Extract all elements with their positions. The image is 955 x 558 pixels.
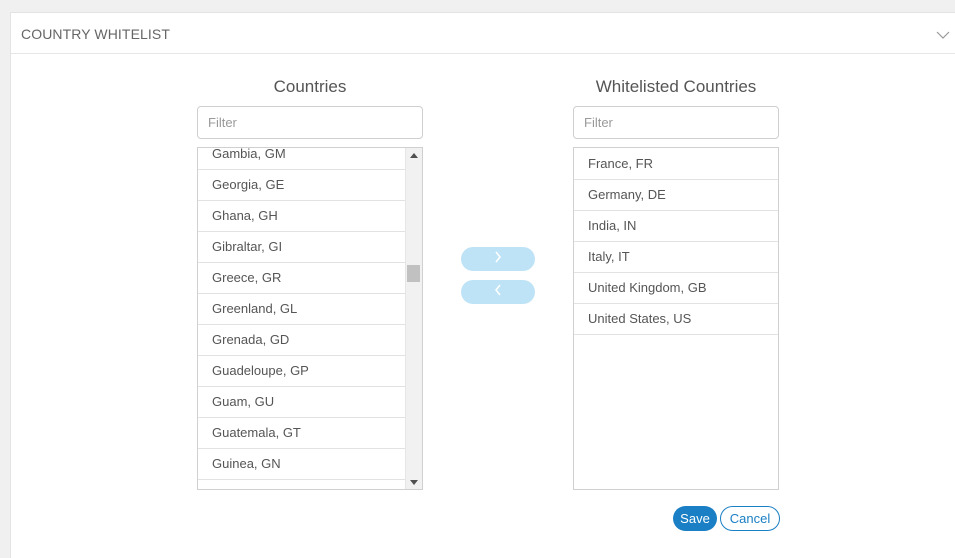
list-item[interactable]: United States, US <box>574 304 778 335</box>
save-button[interactable]: Save <box>673 506 717 531</box>
scroll-thumb[interactable] <box>407 265 420 282</box>
list-item[interactable]: Guinea, GN <box>198 449 406 480</box>
list-item[interactable]: Guam, GU <box>198 387 406 418</box>
list-item[interactable]: France, FR <box>574 149 778 180</box>
list-item[interactable]: Germany, DE <box>574 180 778 211</box>
countries-title: Countries <box>273 77 347 96</box>
list-item[interactable]: Georgia, GE <box>198 170 406 201</box>
scroll-down-arrow-icon[interactable] <box>406 475 422 489</box>
list-item[interactable]: Gambia, GM <box>198 148 406 170</box>
countries-listbox[interactable]: Guinea, GN Guatemala, GT Guam, GU Guadeloup… <box>197 147 423 490</box>
move-left-button[interactable] <box>461 280 535 304</box>
move-right-button[interactable] <box>461 247 535 271</box>
chevron-down-icon[interactable] <box>936 27 950 39</box>
list-item[interactable]: Greece, GR <box>198 263 406 294</box>
chevron-right-icon <box>494 250 502 268</box>
cancel-button[interactable]: Cancel <box>720 506 780 531</box>
whitelisted-listbox[interactable]: United States, US United Kingdom, GB Italy… <box>573 147 779 490</box>
list-item[interactable]: Ghana, GH <box>198 201 406 232</box>
list-item[interactable]: Greenland, GL <box>198 294 406 325</box>
panel-header[interactable]: COUNTRY WHITELIST <box>11 13 955 54</box>
scroll-up-arrow-icon[interactable] <box>406 148 422 162</box>
list-item[interactable]: Grenada, GD <box>198 325 406 356</box>
whitelisted-filter-input[interactable] <box>573 106 779 139</box>
list-item[interactable]: Gibraltar, GI <box>198 232 406 263</box>
list-item[interactable]: Italy, IT <box>574 242 778 273</box>
countries-scrollbar[interactable] <box>405 148 422 489</box>
list-item[interactable]: India, IN <box>574 211 778 242</box>
chevron-left-icon <box>494 283 502 301</box>
list-item[interactable]: Guadeloupe, GP <box>198 356 406 387</box>
whitelisted-title: Whitelisted Countries <box>595 77 757 96</box>
panel-title: COUNTRY WHITELIST <box>21 26 170 42</box>
list-item[interactable]: Guatemala, GT <box>198 418 406 449</box>
countries-filter-input[interactable] <box>197 106 423 139</box>
list-item[interactable]: United Kingdom, GB <box>574 273 778 304</box>
